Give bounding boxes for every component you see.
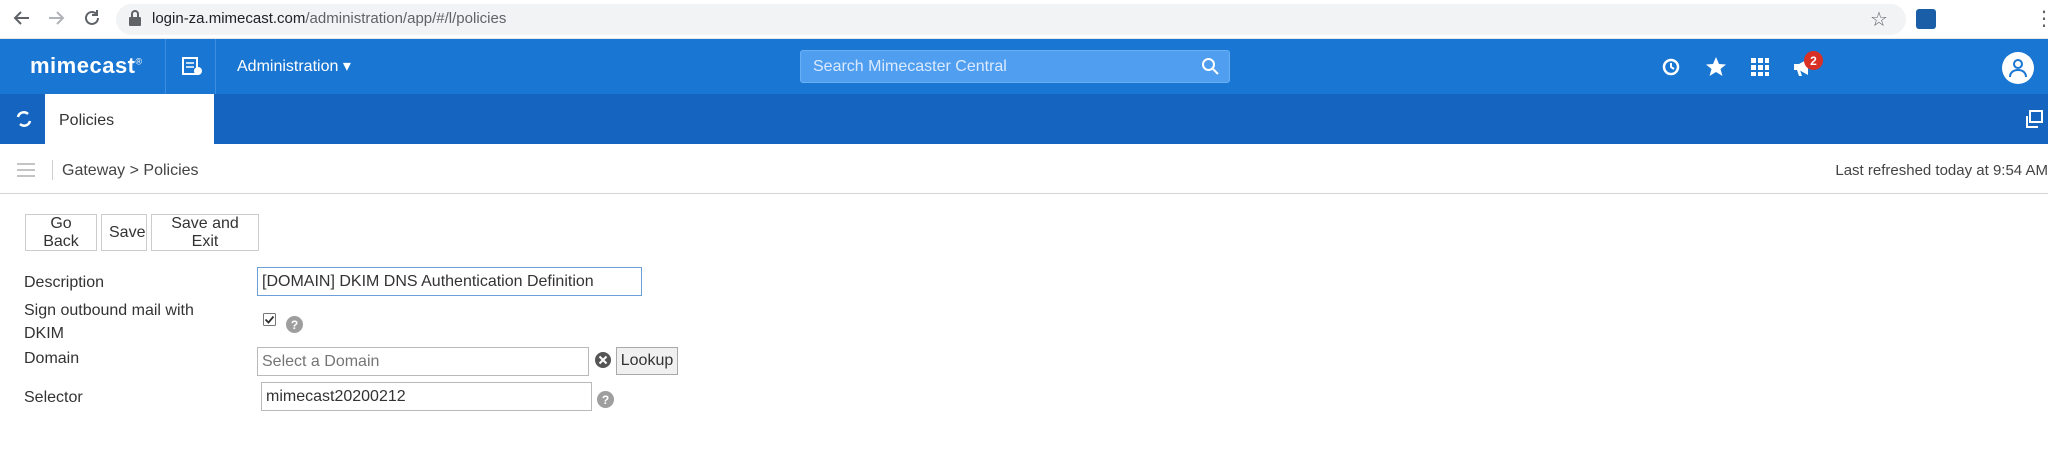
favorites-star-icon[interactable] — [1704, 55, 1728, 79]
breadcrumb-gateway[interactable]: Gateway — [62, 162, 125, 179]
selector-help-icon[interactable]: ? — [597, 391, 614, 408]
tab-bar: Policies — [0, 94, 2048, 144]
brand-text: mimecast — [30, 53, 136, 78]
forward-arrow-icon[interactable] — [44, 6, 68, 30]
history-icon[interactable] — [1659, 55, 1683, 79]
extension-icon[interactable] — [1916, 9, 1936, 29]
sign-dkim-label: Sign outbound mail with DKIM — [24, 299, 194, 345]
selector-label: Selector — [24, 389, 83, 406]
domain-input[interactable] — [257, 347, 589, 376]
apps-grid-icon[interactable] — [1748, 55, 1772, 79]
search-icon[interactable] — [1201, 57, 1219, 75]
chevron-down-icon: ▾ — [342, 58, 351, 75]
description-label: Description — [24, 274, 105, 291]
url-host: login-za.mimecast.com — [152, 10, 306, 27]
sign-dkim-help-icon[interactable]: ? — [286, 316, 303, 333]
last-refreshed-text: Last refreshed today at 9:54 AM — [1835, 162, 2048, 179]
search-input[interactable] — [801, 51, 1229, 82]
browser-menu-icon[interactable]: ⋮ — [2034, 6, 2048, 31]
app-header: mimecast® Administration ▾ — [0, 39, 2048, 94]
brand-logo[interactable]: mimecast® — [30, 53, 143, 79]
go-back-button[interactable]: Go Back — [25, 214, 97, 251]
notification-badge[interactable]: 2 — [1804, 51, 1823, 70]
bookmark-star-icon[interactable]: ☆ — [1870, 7, 1888, 32]
administration-label: Administration — [237, 58, 339, 75]
tab-label: Policies — [59, 112, 115, 129]
user-avatar[interactable] — [2002, 52, 2034, 84]
breadcrumb: Gateway > Policies — [62, 162, 199, 180]
description-input[interactable] — [257, 267, 642, 296]
hamburger-menu-icon[interactable] — [17, 163, 35, 177]
user-icon — [2009, 59, 2027, 78]
breadcrumb-separator: > — [129, 162, 139, 179]
url-text[interactable]: login-za.mimecast.com/administration/app… — [152, 10, 506, 27]
app-switcher-icon[interactable] — [181, 55, 203, 77]
selector-input[interactable] — [261, 382, 592, 411]
url-path: /administration/app/#/l/policies — [305, 10, 507, 27]
lock-icon — [129, 10, 141, 26]
tab-refresh-icon[interactable] — [14, 109, 34, 129]
domain-label: Domain — [24, 350, 80, 367]
header-divider — [215, 39, 216, 94]
popout-icon[interactable] — [2025, 110, 2043, 128]
save-button[interactable]: Save — [101, 214, 147, 251]
sign-dkim-checkbox[interactable] — [263, 313, 276, 326]
breadcrumb-policies: Policies — [143, 162, 199, 179]
administration-menu[interactable]: Administration ▾ — [237, 56, 351, 76]
header-divider — [165, 39, 166, 94]
lookup-button[interactable]: Lookup — [616, 347, 678, 375]
search-box — [800, 50, 1230, 83]
breadcrumb-bar: Gateway > Policies Last refreshed today … — [0, 144, 2048, 194]
breadcrumb-divider — [52, 160, 53, 180]
tab-policies[interactable]: Policies — [45, 94, 214, 144]
save-and-exit-button[interactable]: Save and Exit — [151, 214, 259, 251]
sign-dkim-label-line1: Sign outbound mail with — [24, 302, 194, 319]
browser-toolbar: login-za.mimecast.com/administration/app… — [0, 0, 2048, 39]
sign-dkim-label-line2: DKIM — [24, 325, 64, 342]
back-arrow-icon[interactable] — [10, 6, 34, 30]
reload-icon[interactable] — [80, 6, 104, 30]
clear-domain-icon[interactable] — [594, 351, 612, 369]
